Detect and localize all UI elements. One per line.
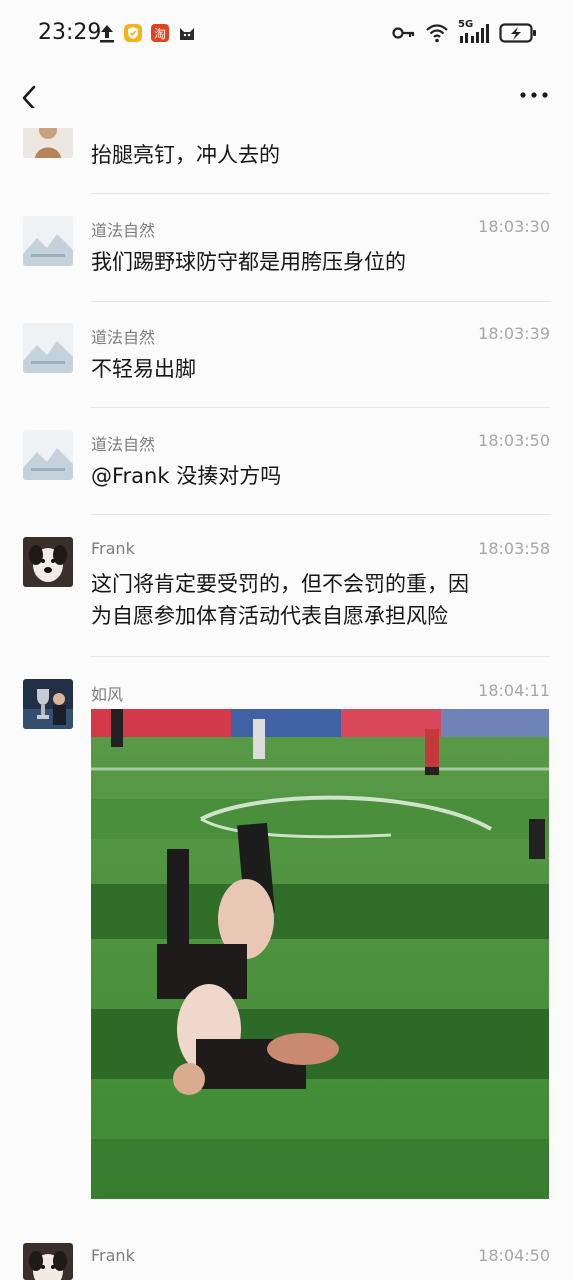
cat-app-icon bbox=[180, 28, 194, 40]
avatar[interactable] bbox=[23, 1243, 73, 1280]
message-time: 18:03:50 bbox=[478, 431, 550, 450]
sender-name: 道法自然 bbox=[91, 328, 156, 347]
message-divider bbox=[91, 301, 551, 302]
landscape-avatar-image bbox=[23, 323, 73, 373]
message-text: 不轻易出脚 bbox=[91, 357, 196, 381]
sender-name: 如风 bbox=[91, 685, 124, 704]
message-time: 18:03:30 bbox=[478, 217, 550, 236]
landscape-avatar-image bbox=[23, 216, 73, 266]
upload-icon bbox=[100, 25, 114, 43]
sender-name: Frank bbox=[91, 1246, 135, 1265]
signal-icon bbox=[460, 24, 489, 43]
message-text-line: 为自愿参加体育活动代表自愿承担风险 bbox=[91, 604, 448, 628]
message-text-line: 这门将肯定要受罚的，但不会罚的重，因 bbox=[91, 572, 469, 596]
sender-name: Frank bbox=[91, 539, 135, 558]
status-bar: 23:29 淘 5G bbox=[0, 0, 573, 66]
dog-avatar-image bbox=[23, 1243, 73, 1280]
avatar[interactable] bbox=[23, 430, 73, 480]
message-time: 18:04:11 bbox=[478, 681, 550, 700]
message-divider bbox=[91, 193, 551, 194]
message-time: 18:03:39 bbox=[478, 324, 550, 343]
avatar[interactable] bbox=[23, 323, 73, 373]
message-time: 18:04:50 bbox=[478, 1246, 550, 1265]
chat-header bbox=[0, 66, 573, 126]
battery-icon bbox=[499, 23, 536, 43]
more-dots-icon bbox=[520, 92, 548, 98]
message-time: 18:03:58 bbox=[478, 539, 550, 558]
message-text: 我们踢野球防守都是用胯压身位的 bbox=[91, 250, 406, 274]
clock: 23:29 bbox=[38, 20, 102, 45]
taobao-app-icon: 淘 bbox=[151, 24, 169, 42]
dog-avatar-image bbox=[23, 537, 73, 587]
avatar[interactable] bbox=[23, 108, 73, 158]
svg-text:淘: 淘 bbox=[154, 27, 166, 41]
football-match-photo[interactable] bbox=[91, 709, 549, 1199]
sender-name: 道法自然 bbox=[91, 435, 156, 454]
avatar[interactable] bbox=[23, 537, 73, 587]
message-text: 抬腿亮钉，冲人去的 bbox=[91, 143, 280, 167]
message-text: @Frank 没揍对方吗 bbox=[91, 464, 282, 488]
shield-app-icon bbox=[124, 24, 142, 42]
sender-name: 道法自然 bbox=[91, 221, 156, 240]
system-icons: 5G bbox=[392, 19, 537, 46]
trophy-avatar-image bbox=[23, 679, 73, 729]
landscape-avatar-image bbox=[23, 430, 73, 480]
notification-icons: 淘 bbox=[98, 21, 197, 45]
message-divider bbox=[91, 656, 551, 657]
message-text: 这门将肯定要受罚的，但不会罚的重，因 为自愿参加体育活动代表自愿承担风险 bbox=[91, 568, 551, 632]
signal-indicator: 5G bbox=[458, 19, 490, 44]
more-options-button[interactable] bbox=[517, 78, 551, 112]
key-icon bbox=[392, 27, 415, 39]
wifi-icon bbox=[426, 24, 448, 43]
avatar[interactable] bbox=[23, 216, 73, 266]
message-divider bbox=[91, 514, 551, 515]
avatar[interactable] bbox=[23, 679, 73, 729]
message-divider bbox=[91, 407, 551, 408]
